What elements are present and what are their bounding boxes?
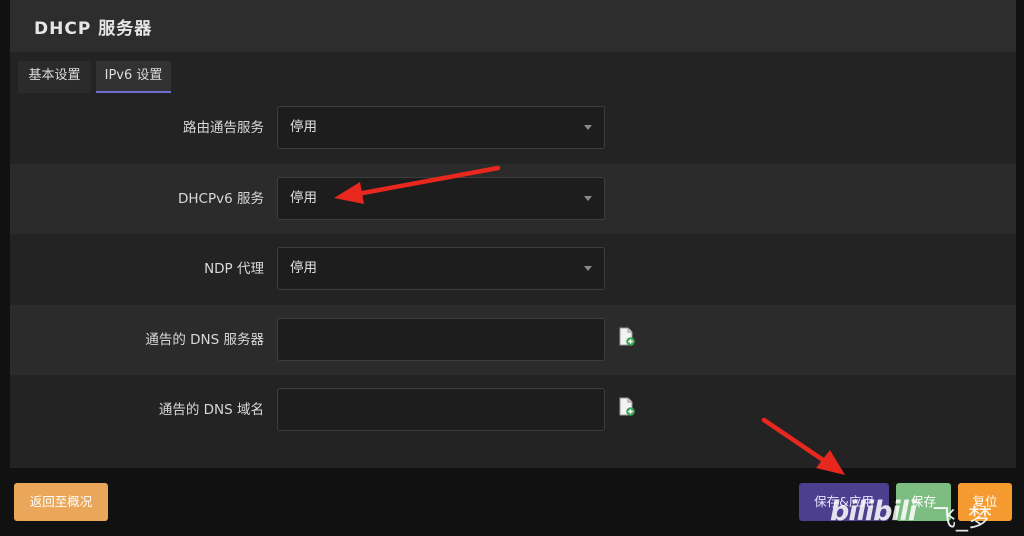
tab-ipv6-settings[interactable]: IPv6 设置	[96, 61, 171, 93]
uploader-watermark: 飞_梦	[932, 504, 992, 532]
back-to-overview-button[interactable]: 返回至概况	[14, 483, 108, 521]
ra-service-label: 路由通告服务	[183, 120, 264, 136]
dns-domains-label: 通告的 DNS 域名	[158, 402, 264, 418]
dhcpv6-service-row: DHCPv6 服务 停用	[10, 164, 1016, 234]
ra-service-select[interactable]: 停用	[277, 106, 605, 149]
tab-basic-settings[interactable]: 基本设置	[18, 61, 91, 93]
document-plus-icon[interactable]	[618, 327, 636, 347]
ndp-proxy-value: 停用	[290, 260, 317, 276]
ndp-proxy-select[interactable]: 停用	[277, 247, 605, 290]
dns-servers-row: 通告的 DNS 服务器	[10, 305, 1016, 375]
dns-servers-label: 通告的 DNS 服务器	[145, 332, 264, 348]
bilibili-watermark: bilibili	[830, 496, 917, 527]
dhcp-server-panel: DHCP 服务器 基本设置 IPv6 设置 路由通告服务 停用 DHCPv6 服…	[10, 0, 1016, 468]
ra-service-value: 停用	[290, 119, 317, 135]
dhcpv6-service-select[interactable]: 停用	[277, 177, 605, 220]
caret-down-icon	[584, 266, 592, 271]
dhcpv6-service-value: 停用	[290, 190, 317, 206]
caret-down-icon	[584, 125, 592, 130]
ndp-proxy-label: NDP 代理	[204, 261, 264, 277]
ndp-proxy-row: NDP 代理 停用	[10, 234, 1016, 304]
document-plus-icon[interactable]	[618, 397, 636, 417]
panel-header: DHCP 服务器	[10, 0, 1016, 52]
dhcpv6-service-label: DHCPv6 服务	[178, 191, 264, 207]
dns-domains-row: 通告的 DNS 域名	[10, 375, 1016, 445]
dns-servers-input[interactable]	[277, 318, 605, 361]
page-title: DHCP 服务器	[34, 19, 153, 39]
dns-domains-input[interactable]	[277, 388, 605, 431]
ra-service-row: 路由通告服务 停用	[10, 93, 1016, 163]
caret-down-icon	[584, 196, 592, 201]
